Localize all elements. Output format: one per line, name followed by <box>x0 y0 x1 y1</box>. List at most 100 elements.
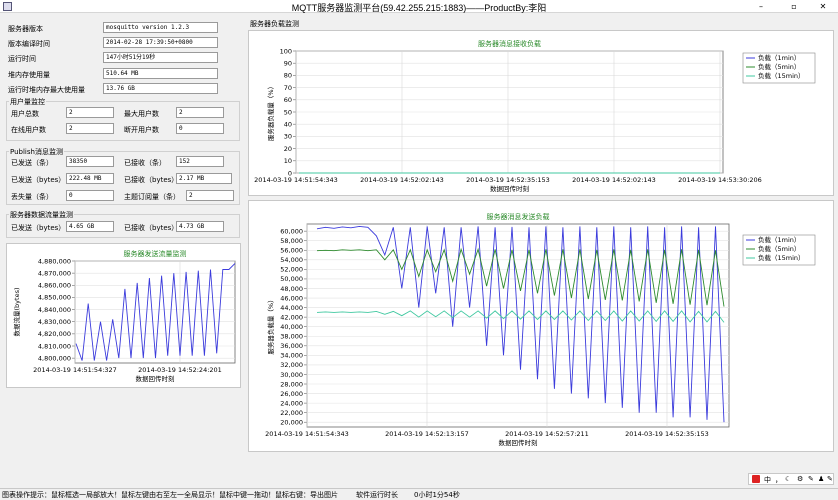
y-tick-label: 4,860,000 <box>38 282 71 290</box>
ime-moon-icon[interactable]: ☾ <box>785 475 791 483</box>
info-value-heap: 510.64 MB <box>103 68 218 79</box>
y-tick-label: 26,000 <box>280 390 303 398</box>
status-runtime-value: 0小时1分54秒 <box>414 491 460 499</box>
legend-label-2: 负载（5min） <box>758 244 800 253</box>
user-offline-value: 0 <box>176 123 224 134</box>
y-tick-label: 4,870,000 <box>38 269 71 277</box>
y-tick-label: 90 <box>284 60 292 68</box>
info-label-heap-max: 运行时堆内存最大使用量 <box>8 86 85 94</box>
info-label-heap: 堆内存使用量 <box>8 71 50 79</box>
traffic-monitor-title: 服务器数据流量监测 <box>9 210 74 220</box>
y-tick-label: 42,000 <box>280 313 303 321</box>
publish-lost-value: 0 <box>66 190 114 201</box>
y-tick-label: 44,000 <box>280 304 303 312</box>
y-tick-label: 38,000 <box>280 333 303 341</box>
legend-label-1: 负载（1min） <box>758 235 800 244</box>
info-label-uptime: 运行时间 <box>8 55 36 63</box>
y-tick-label: 70 <box>284 84 292 92</box>
ime-punct-icon[interactable]: ， <box>775 475 782 485</box>
y-tick-label: 22,000 <box>280 409 303 417</box>
y-tick-label: 4,810,000 <box>38 342 71 350</box>
user-total-value: 2 <box>66 107 114 118</box>
y-tick-label: 34,000 <box>280 352 303 360</box>
x-tick-label: 2014-03-19 14:51:54:343 <box>254 176 338 184</box>
y-tick-label: 40 <box>284 121 292 129</box>
y-tick-label: 46,000 <box>280 294 303 302</box>
publish-recv-count-label: 已接收（条） <box>124 159 166 167</box>
y-tick-label: 4,830,000 <box>38 318 71 326</box>
user-monitor-title: 用户量监控 <box>9 97 46 107</box>
y-tick-label: 20 <box>284 145 292 153</box>
send-traffic-chart-panel[interactable]: 服务器发送流量监测 4,880,000 4,870,000 4,860,000 4,85… <box>6 243 241 388</box>
recv-load-chart-panel[interactable]: 服务器消息接收负载 100 90 80 70 60 50 40 30 20 10 0 2014-03-1… <box>248 30 834 196</box>
y-tick-label: 28,000 <box>280 380 303 388</box>
x-tick-label: 2014-03-19 14:52:02:143 <box>360 176 444 184</box>
ime-tool-icon[interactable]: ✎ <box>827 475 833 483</box>
y-tick-label: 60 <box>284 96 292 104</box>
user-offline-label: 断开用户数 <box>124 126 159 134</box>
info-value-uptime: 147小时51分19秒 <box>103 52 218 63</box>
ime-pen-icon[interactable]: ✎ <box>808 475 814 483</box>
chart-title: 服务器消息接收负载 <box>478 39 541 48</box>
maximize-button[interactable]: ▫ <box>783 0 805 13</box>
y-tick-label: 32,000 <box>280 361 303 369</box>
send-load-chart[interactable]: 服务器消息发送负载 60,000 58,000 56,00054,000 52,0005… <box>249 201 833 451</box>
info-label-build-time: 版本编译时间 <box>8 40 50 48</box>
y-axis-label: 数据流量(bytes) <box>12 288 21 337</box>
publish-sent-count-label: 已发送（条） <box>11 159 53 167</box>
legend-label-3: 负载（15min） <box>758 253 805 262</box>
title-bar: MQTT服务器监测平台(59.42.255.215:1883)——Product… <box>0 0 838 13</box>
y-tick-label: 10 <box>284 157 292 165</box>
ime-user-icon[interactable]: ♟ <box>818 475 824 483</box>
user-online-value: 2 <box>66 123 114 134</box>
y-tick-label: 30 <box>284 133 292 141</box>
window-title: MQTT服务器监测平台(59.42.255.215:1883)——Product… <box>291 3 547 13</box>
y-tick-label: 40,000 <box>280 323 303 331</box>
y-tick-label: 50 <box>284 108 292 116</box>
y-tick-label: 4,880,000 <box>38 257 71 265</box>
y-tick-label: 4,840,000 <box>38 306 71 314</box>
x-tick-label: 2014-03-19 14:52:35:153 <box>625 430 709 438</box>
x-tick-label: 2014-03-19 14:52:13:157 <box>385 430 469 438</box>
user-max-label: 最大用户数 <box>124 110 159 118</box>
x-tick-label: 2014-03-19 14:52:35:153 <box>466 176 550 184</box>
chart-title: 服务器消息发送负载 <box>487 212 550 221</box>
y-tick-label: 36,000 <box>280 342 303 350</box>
publish-recv-bytes-label: 已接收（bytes） <box>124 176 179 184</box>
x-tick-label: 2014-03-19 14:52:24:201 <box>138 366 222 374</box>
send-traffic-chart[interactable]: 服务器发送流量监测 4,880,000 4,870,000 4,860,000 4,85… <box>7 244 240 387</box>
close-button[interactable]: ✕ <box>812 0 834 13</box>
minimize-button[interactable]: – <box>750 0 772 13</box>
y-tick-label: 24,000 <box>280 399 303 407</box>
publish-sent-count-value: 38350 <box>66 156 114 167</box>
publish-lost-label: 丢失量（条） <box>11 193 53 201</box>
y-tick-label: 50,000 <box>280 275 303 283</box>
publish-recv-count-value: 152 <box>176 156 224 167</box>
user-max-value: 2 <box>176 107 224 118</box>
recv-load-chart[interactable]: 服务器消息接收负载10090807060504030201002014-03-1… <box>249 31 833 195</box>
x-tick-label: 2014-03-19 14:51:54:343 <box>265 430 349 438</box>
publish-sent-bytes-label: 已发送（bytes） <box>11 176 66 184</box>
y-tick-label: 4,850,000 <box>38 294 71 302</box>
legend-label-1: 负载（1min） <box>758 53 800 62</box>
status-bar: 图表操作提示：鼠标框选一局部放大！鼠标左键由右至左一全局显示！鼠标中键一拖动！鼠… <box>0 488 838 500</box>
ime-settings-icon[interactable]: ⚙ <box>797 475 803 483</box>
info-label-version: 服务器版本 <box>8 25 43 33</box>
chart-title: 服务器发送流量监测 <box>124 249 187 258</box>
x-tick-label: 2014-03-19 14:51:54:327 <box>33 366 117 374</box>
y-tick-label: 100 <box>280 47 292 55</box>
x-tick-label: 2014-03-19 14:53:30:206 <box>678 176 762 184</box>
send-load-chart-panel[interactable]: 服务器消息发送负载 60,000 58,000 56,000 54,000 52,000 5… <box>248 200 834 452</box>
x-axis-label: 数据回传时刻 <box>499 438 538 447</box>
traffic-recv-label: 已接收（bytes） <box>124 224 179 232</box>
ime-lang-icon[interactable]: 中 <box>764 475 771 485</box>
y-tick-label: 80 <box>284 72 292 80</box>
publish-sent-bytes-value: 222.48 MB <box>66 173 114 184</box>
ime-toolbar[interactable]: 中 ， ☾ ⚙ ✎ ♟ ✎ <box>748 473 834 485</box>
y-tick-label: 20,000 <box>280 419 303 427</box>
load-section-title: 服务器负载监测 <box>250 20 299 28</box>
info-value-heap-max: 13.76 GB <box>103 83 218 94</box>
y-tick-label: 30,000 <box>280 371 303 379</box>
x-axis-label: 数据回传时刻 <box>490 184 529 193</box>
x-tick-label: 2014-03-19 14:52:57:211 <box>505 430 589 438</box>
